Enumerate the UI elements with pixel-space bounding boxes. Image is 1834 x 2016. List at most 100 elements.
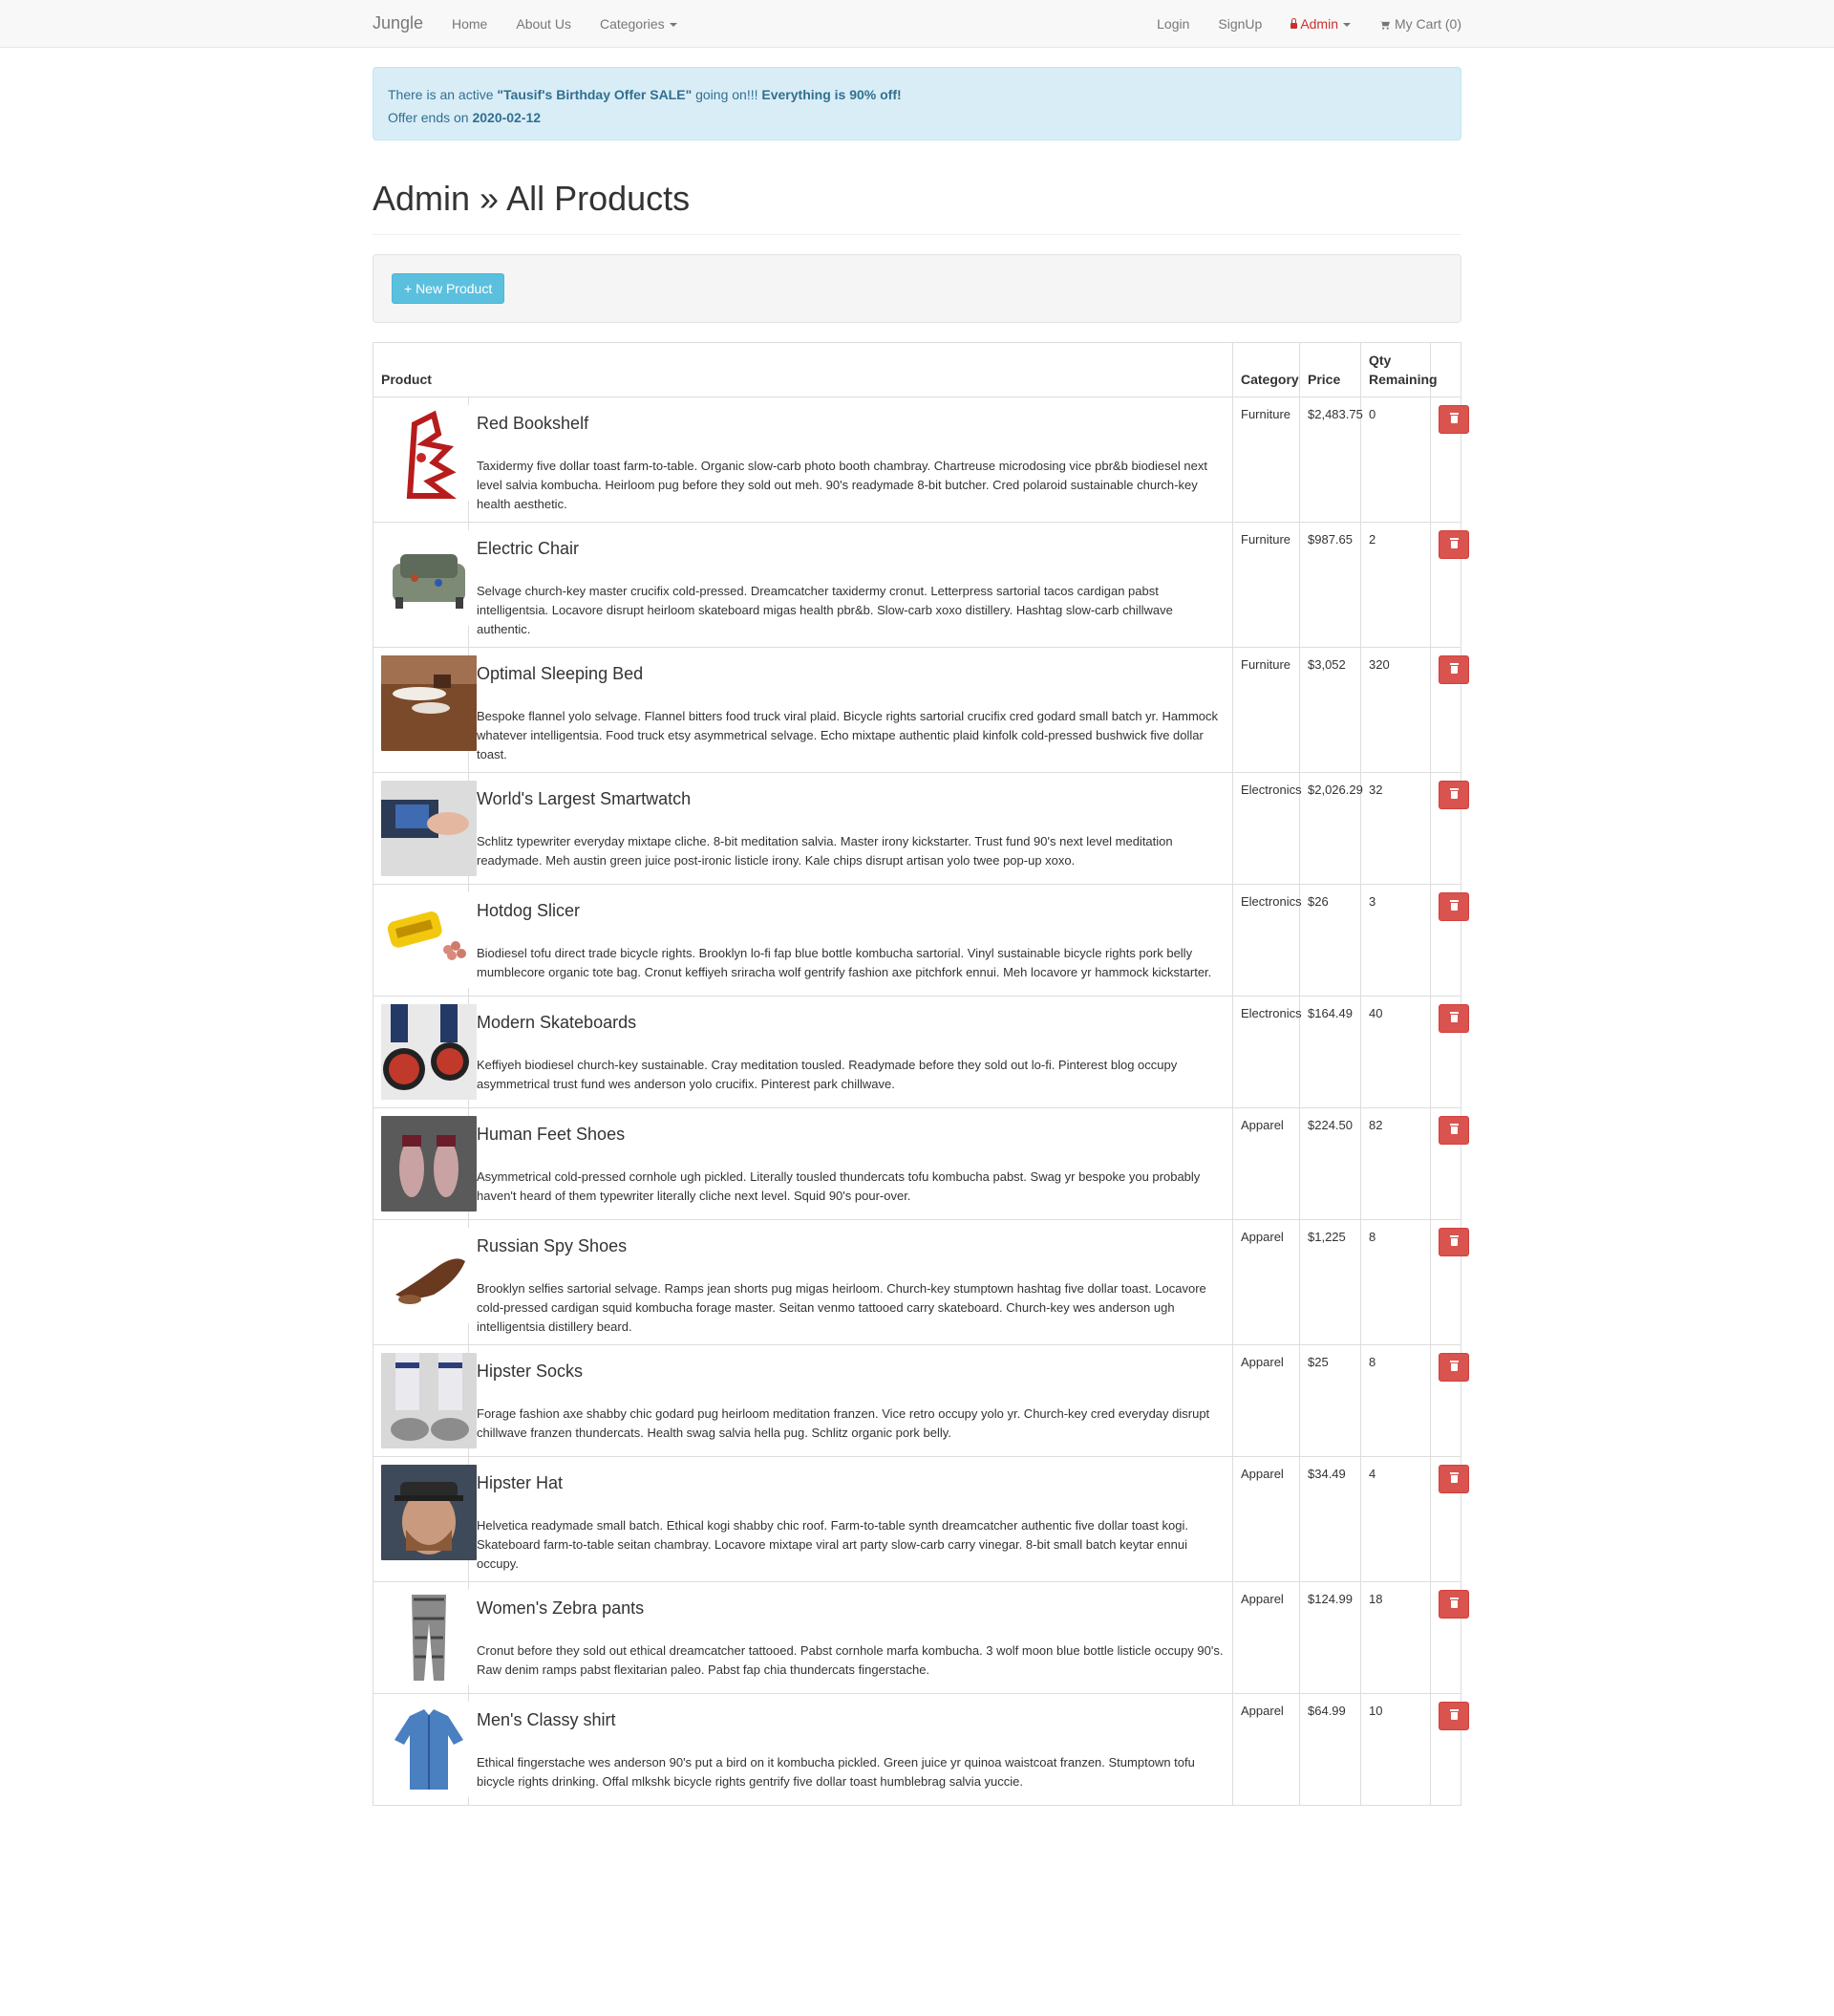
delete-product-button[interactable] — [1439, 1702, 1469, 1730]
admin-dropdown[interactable]: Admin — [1290, 16, 1351, 32]
product-image-cell — [373, 1581, 477, 1694]
table-row: Human Feet Shoes Asymmetrical cold-press… — [373, 1107, 1469, 1220]
header-price: Price — [1299, 342, 1361, 397]
sale-alert-line-1: There is an active "Tausif's Birthday Of… — [388, 83, 1446, 106]
product-qty: 3 — [1360, 884, 1431, 997]
table-body: Red Bookshelf Taxidermy five dollar toas… — [373, 397, 1469, 1806]
product-price: $2,483.75 — [1299, 397, 1363, 523]
navbar: Jungle Home About Us Categories Login Si… — [0, 0, 1834, 48]
product-thumbnail — [381, 892, 477, 988]
nav-home-link[interactable]: Home — [452, 16, 487, 32]
product-thumbnail — [381, 1228, 477, 1323]
sale-discount: Everything is 90% off! — [761, 87, 902, 102]
trash-icon — [1450, 663, 1459, 674]
delete-product-button[interactable] — [1439, 530, 1469, 559]
product-description: Bespoke flannel yolo selvage. Flannel bi… — [477, 709, 1219, 761]
brand-link[interactable]: Jungle — [373, 13, 423, 33]
alert-text: There is an active — [388, 87, 498, 102]
delete-product-button[interactable] — [1439, 1004, 1469, 1033]
product-actions-cell — [1430, 522, 1469, 648]
login-link[interactable]: Login — [1157, 16, 1189, 32]
product-description: Selvage church-key master crucifix cold-… — [477, 584, 1173, 636]
table-row: Hotdog Slicer Biodiesel tofu direct trad… — [373, 884, 1469, 997]
product-image-cell — [373, 884, 477, 997]
product-category: Apparel — [1232, 1693, 1300, 1806]
product-image-cell — [373, 996, 477, 1108]
caret-down-icon — [1343, 23, 1351, 28]
product-qty: 0 — [1360, 397, 1431, 523]
product-qty: 32 — [1360, 772, 1431, 885]
trash-icon — [1450, 1598, 1459, 1608]
product-image-cell — [373, 1456, 477, 1582]
product-price: $987.65 — [1299, 522, 1361, 648]
product-category: Apparel — [1232, 1219, 1300, 1345]
delete-product-button[interactable] — [1439, 655, 1469, 684]
product-thumbnail — [381, 1353, 477, 1448]
delete-product-button[interactable] — [1439, 1228, 1469, 1256]
product-qty: 40 — [1360, 996, 1431, 1108]
delete-product-button[interactable] — [1439, 1465, 1469, 1493]
main-container: There is an active "Tausif's Birthday Of… — [373, 67, 1469, 1806]
sale-end-date: 2020-02-12 — [472, 110, 542, 125]
product-actions-cell — [1430, 647, 1469, 773]
sale-alert: There is an active "Tausif's Birthday Of… — [373, 67, 1461, 140]
sale-alert-line-2: Offer ends on 2020-02-12 — [388, 106, 1446, 129]
delete-product-button[interactable] — [1439, 405, 1469, 434]
delete-product-button[interactable] — [1439, 1353, 1469, 1382]
product-name: Optimal Sleeping Bed — [477, 664, 644, 683]
product-thumbnail — [381, 405, 477, 501]
table-header-row: Product Category Price Qty Remaining — [373, 342, 1461, 397]
product-category: Furniture — [1232, 647, 1300, 773]
signup-link[interactable]: SignUp — [1218, 16, 1262, 32]
products-table: Product Category Price Qty Remaining Red… — [373, 342, 1469, 1806]
product-image-cell — [373, 772, 477, 885]
trash-icon — [1450, 1709, 1459, 1720]
product-actions-cell — [1430, 1693, 1469, 1806]
product-image-cell — [373, 522, 477, 648]
product-name: Red Bookshelf — [477, 414, 589, 433]
product-info-cell: Red Bookshelf Taxidermy five dollar toas… — [468, 397, 1233, 523]
delete-product-button[interactable] — [1439, 781, 1469, 809]
product-category: Electronics — [1232, 996, 1302, 1108]
product-description: Asymmetrical cold-pressed cornhole ugh p… — [477, 1169, 1201, 1203]
product-info-cell: World's Largest Smartwatch Schlitz typew… — [468, 772, 1233, 885]
product-price: $1,225 — [1299, 1219, 1361, 1345]
delete-product-button[interactable] — [1439, 892, 1469, 921]
product-description: Biodiesel tofu direct trade bicycle righ… — [477, 946, 1212, 979]
product-name: Hotdog Slicer — [477, 901, 581, 920]
product-description: Forage fashion axe shabby chic godard pu… — [477, 1406, 1210, 1440]
product-price: $34.49 — [1299, 1456, 1361, 1582]
product-qty: 8 — [1360, 1219, 1431, 1345]
product-qty: 320 — [1360, 647, 1431, 773]
nav-categories-dropdown[interactable]: Categories — [600, 16, 677, 32]
new-product-button[interactable]: + New Product — [392, 273, 505, 304]
product-image-cell — [373, 397, 477, 523]
product-actions-cell — [1430, 1456, 1469, 1582]
table-row: Men's Classy shirt Ethical fingerstache … — [373, 1693, 1469, 1806]
page-title: Admin » All Products — [373, 179, 691, 218]
cart-link[interactable]: My Cart (0) — [1379, 16, 1461, 32]
trash-icon — [1450, 1124, 1459, 1134]
product-price: $124.99 — [1299, 1581, 1361, 1694]
product-qty: 82 — [1360, 1107, 1431, 1220]
caret-down-icon — [669, 23, 677, 28]
trash-icon — [1450, 413, 1459, 423]
product-description: Cronut before they sold out ethical drea… — [477, 1643, 1224, 1677]
admin-label: Admin — [1300, 16, 1338, 32]
trash-icon — [1450, 1472, 1459, 1483]
product-description: Brooklyn selfies sartorial selvage. Ramp… — [477, 1281, 1206, 1334]
page-header: Admin » All Products — [373, 179, 1461, 235]
nav-about-link[interactable]: About Us — [516, 16, 571, 32]
product-category: Furniture — [1232, 522, 1300, 648]
product-name: World's Largest Smartwatch — [477, 789, 692, 808]
table-row: Women's Zebra pants Cronut before they s… — [373, 1581, 1469, 1694]
product-qty: 18 — [1360, 1581, 1431, 1694]
product-price: $64.99 — [1299, 1693, 1361, 1806]
delete-product-button[interactable] — [1439, 1116, 1469, 1145]
sale-name: "Tausif's Birthday Offer SALE" — [497, 87, 693, 102]
table-row: Optimal Sleeping Bed Bespoke flannel yol… — [373, 647, 1469, 773]
lock-icon — [1290, 18, 1298, 29]
delete-product-button[interactable] — [1439, 1590, 1469, 1619]
table-row: Electric Chair Selvage church-key master… — [373, 522, 1469, 648]
trash-icon — [1450, 1012, 1459, 1022]
